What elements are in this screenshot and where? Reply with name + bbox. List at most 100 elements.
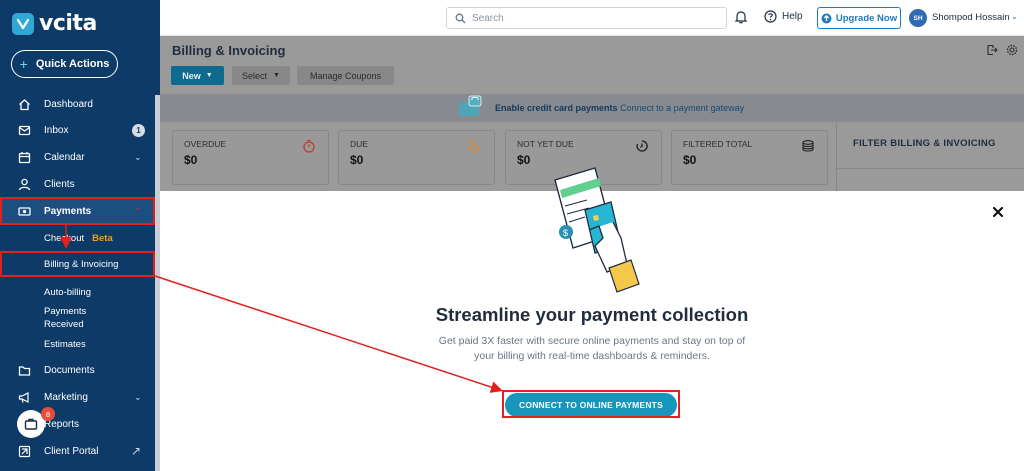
stopwatch-icon <box>303 139 315 153</box>
connect-online-payments-button[interactable]: CONNECT TO ONLINE PAYMENTS <box>505 393 677 417</box>
banner-bold-text: Enable credit card payments <box>495 103 618 113</box>
stat-label: OVERDUE <box>184 139 227 149</box>
sidebar-item-label: Marketing <box>44 391 88 403</box>
page-title: Billing & Invoicing <box>172 43 286 58</box>
sidebar-item-label: Client Portal <box>44 445 99 457</box>
arrow-up-circle-icon <box>821 13 832 23</box>
coins-icon <box>802 140 814 152</box>
stat-card-filtered-total[interactable]: FILTERED TOTAL $0 <box>671 130 828 185</box>
clock-icon <box>469 140 481 152</box>
upgrade-label: Upgrade Now <box>835 12 898 24</box>
caret-down-icon: ▼ <box>205 72 213 79</box>
sidebar-subitem-billing-invoicing[interactable]: Billing & Invoicing <box>44 258 118 271</box>
payments-received-line2: Received <box>44 319 84 330</box>
sidebar-item-dashboard[interactable]: Dashboard <box>0 91 155 117</box>
chevron-down-icon[interactable]: ⌄ <box>1011 12 1018 21</box>
sidebar-item-label: Payments <box>44 205 92 217</box>
modal-description: Get paid 3X faster with secure online pa… <box>420 334 764 364</box>
stat-card-due[interactable]: DUE $0 <box>338 130 495 185</box>
bell-icon[interactable] <box>734 10 748 24</box>
filter-panel-title: FILTER BILLING & INVOICING <box>853 138 996 149</box>
payment-illustration: $ <box>554 167 640 293</box>
sidebar-item-calendar[interactable]: Calendar ⌄ <box>0 144 155 170</box>
modal-desc-line1: Get paid 3X faster with secure online pa… <box>438 335 746 347</box>
help-button[interactable]: Help <box>764 10 803 23</box>
briefcase-badge: 8 <box>41 407 55 421</box>
sidebar-subitem-auto-billing[interactable]: Auto-billing <box>44 286 91 299</box>
help-label: Help <box>782 11 803 22</box>
chevron-down-icon: ⌄ <box>134 151 142 162</box>
sidebar-item-label: Calendar <box>44 151 85 163</box>
sidebar-subitem-estimates[interactable]: Estimates <box>44 338 86 351</box>
sidebar-item-payments[interactable]: Payments ⌃ <box>0 198 155 224</box>
sidebar-item-inbox[interactable]: Inbox 1 <box>0 117 155 143</box>
chevron-up-icon: ⌃ <box>134 205 142 216</box>
help-icon <box>764 10 777 23</box>
folder-icon <box>17 363 31 377</box>
timer-icon <box>636 140 648 152</box>
sidebar-item-client-portal[interactable]: Client Portal ↗ <box>0 438 155 464</box>
sidebar-subitem-payments-received[interactable]: Payments Received <box>44 305 86 331</box>
logo-text: vcita <box>39 11 97 36</box>
stat-value: $0 <box>184 153 198 167</box>
home-icon <box>17 97 31 111</box>
sidebar-item-documents[interactable]: Documents <box>0 357 155 383</box>
briefcase-icon <box>24 418 38 430</box>
inbox-icon <box>17 123 31 137</box>
close-icon[interactable] <box>991 205 1005 219</box>
stat-label: FILTERED TOTAL <box>683 139 753 149</box>
logo-mark-icon <box>12 12 34 35</box>
svg-text:$: $ <box>563 228 568 238</box>
sidebar-item-clients[interactable]: Clients <box>0 171 155 197</box>
new-label: New <box>182 70 201 81</box>
checkout-label: Checkout <box>44 233 85 244</box>
upgrade-now-button[interactable]: Upgrade Now <box>817 7 901 29</box>
search-box[interactable] <box>446 7 727 29</box>
stat-label: DUE <box>350 139 368 149</box>
search-input[interactable] <box>472 12 712 24</box>
portal-icon <box>17 444 31 458</box>
banner-text: Enable credit card payments Connect to a… <box>495 103 744 113</box>
plus-icon: + <box>19 56 28 72</box>
quick-actions-label: Quick Actions <box>35 58 110 70</box>
inbox-count-badge: 1 <box>132 123 145 137</box>
sidebar-subitem-checkout[interactable]: Checkout Beta <box>44 232 113 245</box>
sidebar-item-label: Documents <box>44 364 95 376</box>
connect-gateway-link[interactable]: Connect to a payment gateway <box>620 103 744 113</box>
page-toolbar-icons <box>986 44 1018 56</box>
vcita-logo[interactable]: vcita <box>12 11 97 36</box>
payments-icon <box>17 204 31 218</box>
beta-badge: Beta <box>92 233 113 244</box>
divider <box>837 168 1024 169</box>
calendar-icon <box>17 150 31 164</box>
external-link-icon: ↗ <box>131 444 142 458</box>
chevron-down-icon: ⌄ <box>134 391 142 402</box>
modal-desc-line2: your billing with real-time dashboards &… <box>474 350 710 362</box>
sidebar-item-marketing[interactable]: Marketing ⌄ <box>0 384 155 410</box>
quick-actions-button[interactable]: + Quick Actions <box>11 50 118 78</box>
manage-coupons-button[interactable]: Manage Coupons <box>297 66 394 85</box>
user-name[interactable]: Shompod Hossain <box>932 12 1010 23</box>
select-button[interactable]: Select ▼ <box>232 66 290 85</box>
gear-icon[interactable] <box>1006 44 1018 56</box>
stat-label: NOT YET DUE <box>517 139 574 149</box>
top-bar: Help Upgrade Now SH Shompod Hossain ⌄ <box>160 0 1024 36</box>
avatar[interactable]: SH <box>909 9 927 27</box>
new-button[interactable]: New ▼ <box>171 66 224 85</box>
sidebar: vcita + Quick Actions Dashboard Inbox 1 … <box>0 0 160 471</box>
stat-value: $0 <box>683 153 697 167</box>
sidebar-item-label: Clients <box>44 178 75 190</box>
megaphone-icon <box>17 390 31 404</box>
stat-value: $0 <box>350 153 364 167</box>
payment-gateway-banner: Enable credit card payments Connect to a… <box>160 94 1024 122</box>
select-label: Select <box>242 70 268 81</box>
caret-down-icon: ▼ <box>273 72 280 79</box>
sidebar-item-label: Dashboard <box>44 98 93 110</box>
sidebar-item-label: Inbox <box>44 124 69 136</box>
filter-panel: FILTER BILLING & INVOICING <box>836 122 1024 191</box>
stat-card-overdue[interactable]: OVERDUE $0 <box>172 130 329 185</box>
payments-received-line1: Payments <box>44 306 87 317</box>
export-icon[interactable] <box>986 44 998 56</box>
credit-card-lock-icon <box>459 95 482 116</box>
search-icon <box>455 13 466 23</box>
